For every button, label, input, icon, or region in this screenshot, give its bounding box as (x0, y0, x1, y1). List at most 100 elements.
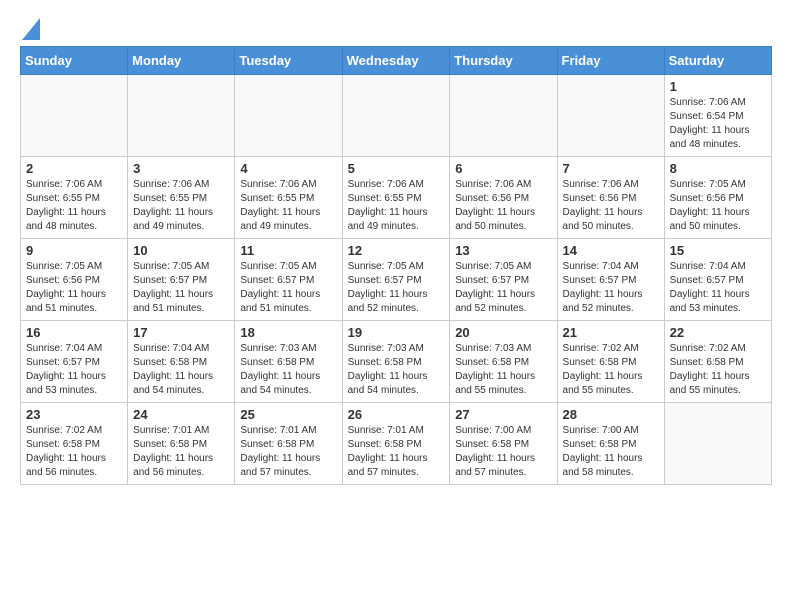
day-number: 26 (348, 407, 445, 422)
logo (20, 20, 40, 36)
day-info: Sunrise: 7:05 AM Sunset: 6:56 PM Dayligh… (670, 178, 766, 234)
day-number: 6 (455, 161, 551, 176)
day-info: Sunrise: 7:05 AM Sunset: 6:57 PM Dayligh… (133, 260, 229, 316)
day-info: Sunrise: 7:00 AM Sunset: 6:58 PM Dayligh… (563, 424, 659, 480)
day-number: 22 (670, 325, 766, 340)
day-info: Sunrise: 7:02 AM Sunset: 6:58 PM Dayligh… (26, 424, 122, 480)
day-info: Sunrise: 7:06 AM Sunset: 6:56 PM Dayligh… (563, 178, 659, 234)
day-header-wednesday: Wednesday (342, 47, 450, 75)
day-info: Sunrise: 7:04 AM Sunset: 6:58 PM Dayligh… (133, 342, 229, 398)
day-info: Sunrise: 7:02 AM Sunset: 6:58 PM Dayligh… (563, 342, 659, 398)
calendar-cell: 1Sunrise: 7:06 AM Sunset: 6:54 PM Daylig… (664, 75, 771, 157)
week-row-4: 16 Sunrise: 7:04 AM Sunset: 6:57 PM Dayli… (21, 321, 772, 403)
day-number: 17 (133, 325, 229, 340)
calendar-cell: 10 Sunrise: 7:05 AM Sunset: 6:57 PM Dayli… (128, 239, 235, 321)
day-number: 18 (240, 325, 336, 340)
day-info: Sunrise: 7:06 AM Sunset: 6:55 PM Dayligh… (26, 178, 122, 234)
day-header-thursday: Thursday (450, 47, 557, 75)
week-row-5: 23 Sunrise: 7:02 AM Sunset: 6:58 PM Dayli… (21, 403, 772, 485)
calendar-cell: 15 Sunrise: 7:04 AM Sunset: 6:57 PM Dayli… (664, 239, 771, 321)
day-info: Sunrise: 7:06 AM Sunset: 6:55 PM Dayligh… (240, 178, 336, 234)
day-info: Sunrise: 7:01 AM Sunset: 6:58 PM Dayligh… (348, 424, 445, 480)
calendar-cell (235, 75, 342, 157)
calendar-cell: 17 Sunrise: 7:04 AM Sunset: 6:58 PM Dayli… (128, 321, 235, 403)
day-info: Sunrise: 7:06 AM Sunset: 6:55 PM Dayligh… (133, 178, 229, 234)
calendar-cell (128, 75, 235, 157)
day-number: 14 (563, 243, 659, 258)
calendar-cell: 8 Sunrise: 7:05 AM Sunset: 6:56 PM Daylig… (664, 157, 771, 239)
calendar-cell: 13Sunrise: 7:05 AM Sunset: 6:57 PM Dayli… (450, 239, 557, 321)
day-number: 11 (240, 243, 336, 258)
day-number: 1 (670, 79, 766, 94)
calendar-cell: 22 Sunrise: 7:02 AM Sunset: 6:58 PM Dayli… (664, 321, 771, 403)
day-number: 16 (26, 325, 122, 340)
day-number: 15 (670, 243, 766, 258)
day-info: Sunrise: 7:06 AM Sunset: 6:55 PM Dayligh… (348, 178, 445, 234)
day-info: Sunrise: 7:05 AM Sunset: 6:57 PM Dayligh… (348, 260, 445, 316)
calendar-cell: 28 Sunrise: 7:00 AM Sunset: 6:58 PM Dayli… (557, 403, 664, 485)
calendar-cell: 25 Sunrise: 7:01 AM Sunset: 6:58 PM Dayli… (235, 403, 342, 485)
day-header-monday: Monday (128, 47, 235, 75)
calendar-cell: 21 Sunrise: 7:02 AM Sunset: 6:58 PM Dayli… (557, 321, 664, 403)
day-number: 25 (240, 407, 336, 422)
logo-icon (22, 18, 40, 40)
day-header-sunday: Sunday (21, 47, 128, 75)
day-number: 24 (133, 407, 229, 422)
calendar-cell: 18 Sunrise: 7:03 AM Sunset: 6:58 PM Dayli… (235, 321, 342, 403)
day-number: 28 (563, 407, 659, 422)
calendar-cell: 24 Sunrise: 7:01 AM Sunset: 6:58 PM Dayli… (128, 403, 235, 485)
day-number: 13 (455, 243, 551, 258)
calendar-cell: 23 Sunrise: 7:02 AM Sunset: 6:58 PM Dayli… (21, 403, 128, 485)
calendar-cell: 12 Sunrise: 7:05 AM Sunset: 6:57 PM Dayli… (342, 239, 450, 321)
day-number: 3 (133, 161, 229, 176)
calendar-cell (557, 75, 664, 157)
day-info: Sunrise: 7:02 AM Sunset: 6:58 PM Dayligh… (670, 342, 766, 398)
calendar-cell: 9 Sunrise: 7:05 AM Sunset: 6:56 PM Daylig… (21, 239, 128, 321)
day-info: Sunrise: 7:00 AM Sunset: 6:58 PM Dayligh… (455, 424, 551, 480)
days-header-row: SundayMondayTuesdayWednesdayThursdayFrid… (21, 47, 772, 75)
calendar-cell: 14 Sunrise: 7:04 AM Sunset: 6:57 PM Dayli… (557, 239, 664, 321)
page-header (20, 20, 772, 36)
day-number: 10 (133, 243, 229, 258)
day-number: 8 (670, 161, 766, 176)
day-number: 12 (348, 243, 445, 258)
day-number: 20 (455, 325, 551, 340)
day-number: 7 (563, 161, 659, 176)
calendar-cell: 5 Sunrise: 7:06 AM Sunset: 6:55 PM Daylig… (342, 157, 450, 239)
day-info: Sunrise: 7:01 AM Sunset: 6:58 PM Dayligh… (240, 424, 336, 480)
calendar-cell (21, 75, 128, 157)
day-number: 23 (26, 407, 122, 422)
day-info: Sunrise: 7:04 AM Sunset: 6:57 PM Dayligh… (26, 342, 122, 398)
day-number: 4 (240, 161, 336, 176)
calendar-cell: 6 Sunrise: 7:06 AM Sunset: 6:56 PM Daylig… (450, 157, 557, 239)
calendar-cell (342, 75, 450, 157)
week-row-1: 1Sunrise: 7:06 AM Sunset: 6:54 PM Daylig… (21, 75, 772, 157)
day-info: Sunrise: 7:06 AM Sunset: 6:56 PM Dayligh… (455, 178, 551, 234)
day-header-tuesday: Tuesday (235, 47, 342, 75)
calendar-cell: 16 Sunrise: 7:04 AM Sunset: 6:57 PM Dayli… (21, 321, 128, 403)
day-number: 21 (563, 325, 659, 340)
day-number: 19 (348, 325, 445, 340)
day-number: 2 (26, 161, 122, 176)
week-row-2: 2 Sunrise: 7:06 AM Sunset: 6:55 PM Daylig… (21, 157, 772, 239)
day-info: Sunrise: 7:03 AM Sunset: 6:58 PM Dayligh… (348, 342, 445, 398)
calendar-table: SundayMondayTuesdayWednesdayThursdayFrid… (20, 46, 772, 485)
day-number: 5 (348, 161, 445, 176)
week-row-3: 9 Sunrise: 7:05 AM Sunset: 6:56 PM Daylig… (21, 239, 772, 321)
day-info: Sunrise: 7:04 AM Sunset: 6:57 PM Dayligh… (563, 260, 659, 316)
day-info: Sunrise: 7:04 AM Sunset: 6:57 PM Dayligh… (670, 260, 766, 316)
day-header-saturday: Saturday (664, 47, 771, 75)
day-info: Sunrise: 7:05 AM Sunset: 6:57 PM Dayligh… (240, 260, 336, 316)
calendar-cell: 3 Sunrise: 7:06 AM Sunset: 6:55 PM Daylig… (128, 157, 235, 239)
calendar-cell: 26 Sunrise: 7:01 AM Sunset: 6:58 PM Dayli… (342, 403, 450, 485)
day-number: 27 (455, 407, 551, 422)
calendar-cell: 4 Sunrise: 7:06 AM Sunset: 6:55 PM Daylig… (235, 157, 342, 239)
day-info: Sunrise: 7:01 AM Sunset: 6:58 PM Dayligh… (133, 424, 229, 480)
day-info: Sunrise: 7:05 AM Sunset: 6:56 PM Dayligh… (26, 260, 122, 316)
calendar-cell: 27 Sunrise: 7:00 AM Sunset: 6:58 PM Dayli… (450, 403, 557, 485)
calendar-cell: 11 Sunrise: 7:05 AM Sunset: 6:57 PM Dayli… (235, 239, 342, 321)
day-info: Sunrise: 7:03 AM Sunset: 6:58 PM Dayligh… (240, 342, 336, 398)
calendar-cell: 2 Sunrise: 7:06 AM Sunset: 6:55 PM Daylig… (21, 157, 128, 239)
day-number: 9 (26, 243, 122, 258)
calendar-cell: 7 Sunrise: 7:06 AM Sunset: 6:56 PM Daylig… (557, 157, 664, 239)
